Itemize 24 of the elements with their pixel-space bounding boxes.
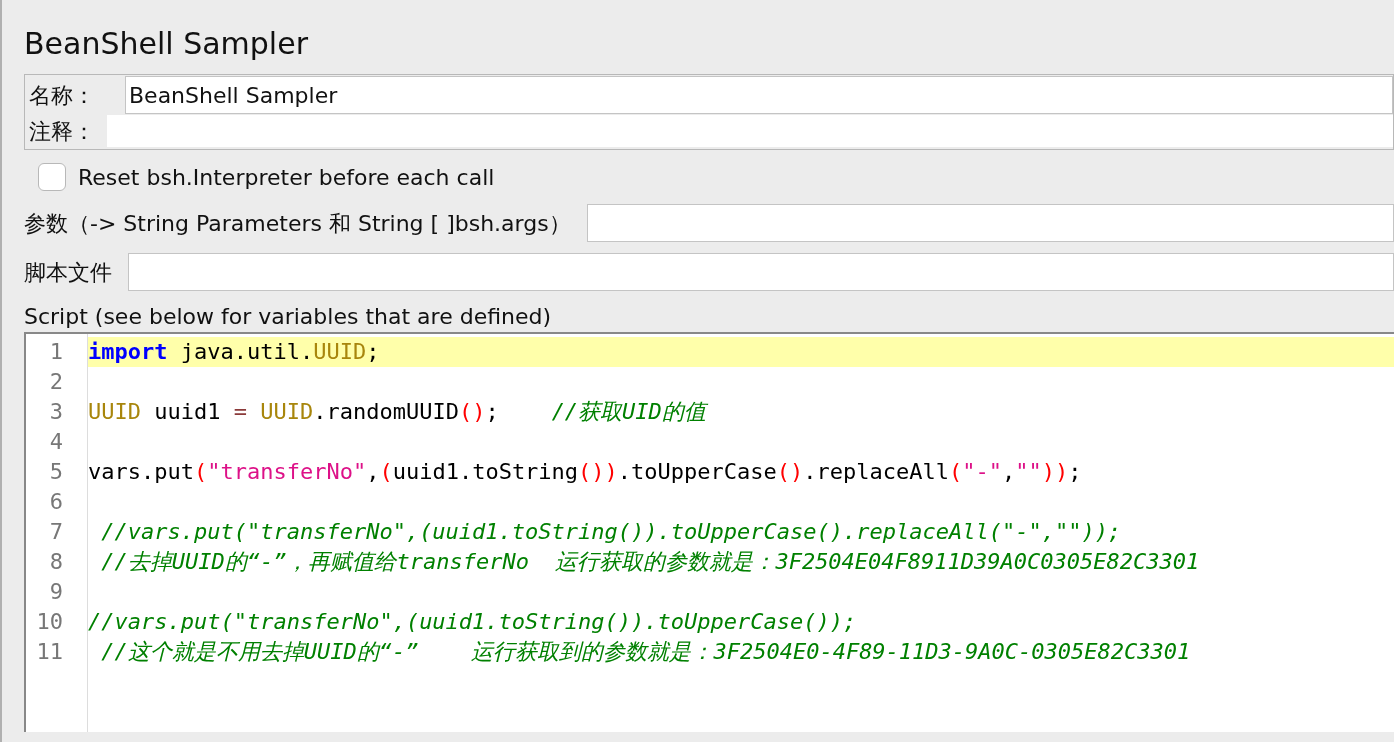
line-number: 5 [48, 458, 64, 486]
name-label: 名称： [29, 81, 96, 110]
script-file-input-field[interactable] [128, 253, 1394, 291]
reset-checkbox[interactable] [38, 163, 66, 191]
line-number: 1 [48, 338, 64, 366]
line-number: 10 [35, 608, 64, 636]
line-number: 3 [48, 398, 64, 426]
line-number: 6 [48, 488, 64, 516]
line-number: 7 [48, 518, 64, 546]
line-number: 4 [48, 428, 64, 456]
comment-input-field[interactable] [107, 115, 1393, 147]
line-number: 8 [48, 548, 64, 576]
reset-checkbox-label: Reset bsh.Interpreter before each call [78, 163, 495, 192]
comment-label: 注释： [29, 117, 96, 146]
line-number: 9 [48, 578, 64, 606]
code-editor[interactable] [24, 332, 1394, 732]
line-number: 11 [35, 638, 64, 666]
script-label: Script (see below for variables that are defined) [24, 303, 552, 331]
script-file-label: 脚本文件 [24, 258, 112, 287]
line-number: 2 [48, 368, 64, 396]
parameters-input-field[interactable] [586, 204, 1394, 242]
name-input-field[interactable]: BeanShell Sampler [125, 76, 1393, 114]
parameters-label: 参数（-> String Parameters 和 String [ ]bsh.args） [24, 209, 571, 238]
panel-title: BeanShell Sampler [24, 25, 308, 63]
